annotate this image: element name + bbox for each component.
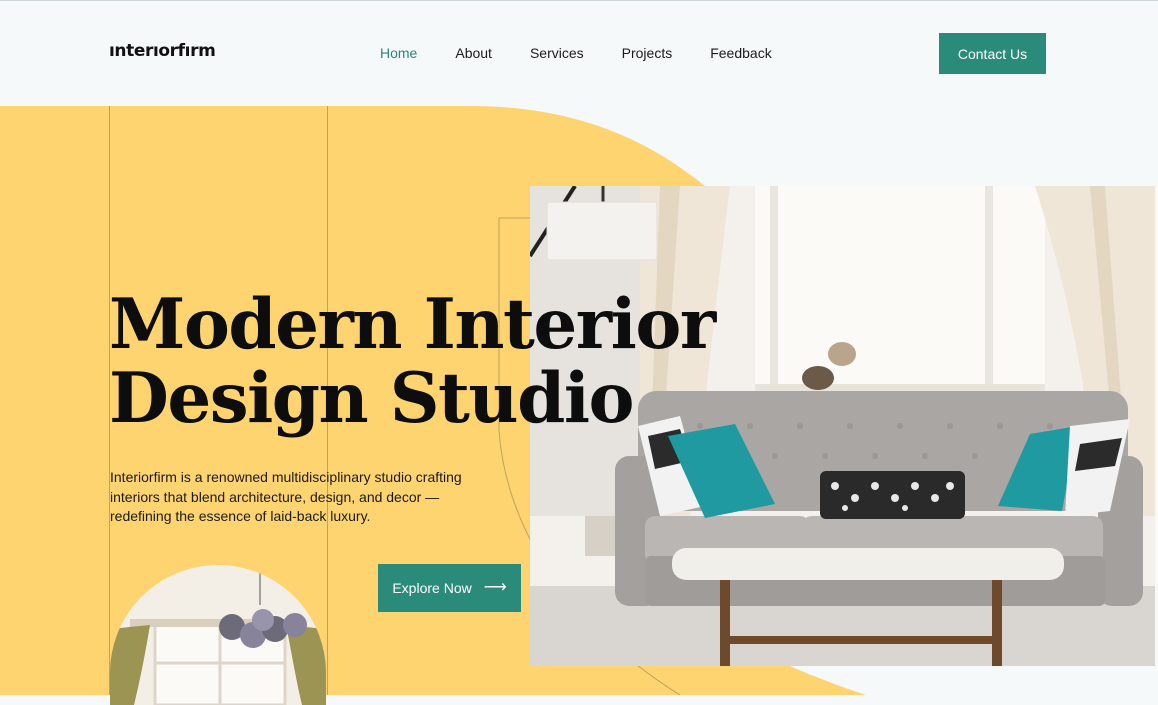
nav-item-about[interactable]: About xyxy=(455,45,492,61)
explore-now-label: Explore Now xyxy=(392,580,472,596)
hero-title-line1: Modern Interior xyxy=(109,284,716,365)
nav-item-feedback[interactable]: Feedback xyxy=(710,45,771,61)
contact-us-button[interactable]: Contact Us xyxy=(939,33,1046,74)
arrow-right-icon: ⟶ xyxy=(483,579,507,596)
nav-item-services[interactable]: Services xyxy=(530,45,584,61)
hero-description: Interiorfirm is a renowned multidiscipli… xyxy=(110,469,462,524)
hero-title: Modern Interior Design Studio xyxy=(109,288,716,439)
explore-now-button[interactable]: Explore Now ⟶ xyxy=(378,564,521,612)
nav-item-projects[interactable]: Projects xyxy=(622,45,673,61)
brand-logo[interactable]: ınterıorfırm xyxy=(109,41,216,61)
nav-item-home[interactable]: Home xyxy=(380,45,417,61)
main-nav: Home About Services Projects Feedback xyxy=(380,45,810,61)
hero-title-line2: Design Studio xyxy=(109,358,635,439)
page-bottom-strip xyxy=(866,666,1158,695)
